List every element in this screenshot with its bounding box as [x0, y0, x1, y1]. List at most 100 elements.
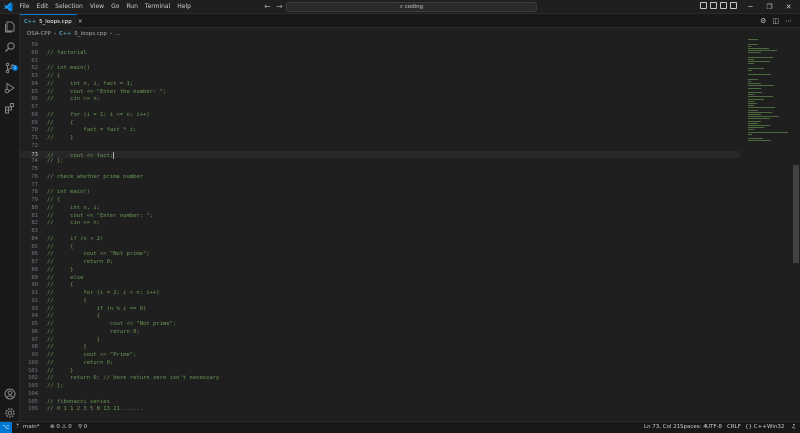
code-line[interactable]: 72: [20, 143, 740, 151]
code-line[interactable]: 59: [20, 42, 740, 50]
minimap[interactable]: [746, 37, 792, 147]
settings-gear-icon[interactable]: ⚙: [760, 16, 766, 26]
code-line[interactable]: 76 // check whether prime number: [20, 174, 740, 182]
code-line[interactable]: 86 // cout << "Not prime";: [20, 251, 740, 259]
encoding-status[interactable]: UTF-8: [706, 422, 722, 433]
account-icon[interactable]: [4, 385, 16, 400]
code-line[interactable]: 87 // return 0;: [20, 259, 740, 267]
branch-status[interactable]: main*: [23, 422, 40, 433]
toggle-primary-sidebar-icon[interactable]: [700, 2, 707, 9]
menu-edit[interactable]: Edit: [33, 0, 52, 14]
code-line[interactable]: 83: [20, 228, 740, 236]
notifications-bell-icon[interactable]: ♫: [791, 422, 796, 433]
menu-help[interactable]: Help: [174, 0, 195, 14]
code-line[interactable]: 96 // return 0;: [20, 329, 740, 337]
code-line[interactable]: 95 // cout << "Not prime";: [20, 321, 740, 329]
menu-file[interactable]: File: [16, 0, 33, 14]
code-line[interactable]: 69 // {: [20, 120, 740, 128]
code-line[interactable]: 66 // cin >> n;: [20, 96, 740, 104]
code-line[interactable]: 94 // {: [20, 313, 740, 321]
problems-status[interactable]: ⊗ 0 ⚠ 0: [50, 422, 72, 433]
run-debug-icon[interactable]: [4, 79, 16, 94]
menu-view[interactable]: View: [86, 0, 107, 14]
code-line[interactable]: 65 // cout << "Enter the number: ";: [20, 89, 740, 97]
indentation-status[interactable]: Spaces: 4: [680, 422, 707, 433]
remote-indicator-icon[interactable]: ⌥: [0, 422, 12, 433]
ports-status[interactable]: ⚲ 0: [78, 422, 87, 433]
breadcrumb-symbol[interactable]: ...: [115, 31, 120, 37]
code-line[interactable]: 93 // if (n % i == 0): [20, 306, 740, 314]
code-line[interactable]: 85 // {: [20, 244, 740, 252]
eol-status[interactable]: CRLF: [727, 422, 741, 433]
customize-layout-icon[interactable]: [730, 2, 737, 9]
code-line[interactable]: 88 // }: [20, 267, 740, 275]
code-line[interactable]: 60 // factorial: [20, 50, 740, 58]
menu-go[interactable]: Go: [108, 0, 123, 14]
code-line[interactable]: 82 // cin >> n;: [20, 220, 740, 228]
code-line[interactable]: 101 // }: [20, 368, 740, 376]
line-number: 79: [31, 197, 38, 203]
code-line[interactable]: 92 // {: [20, 298, 740, 306]
split-editor-icon[interactable]: ◫: [772, 16, 779, 26]
code-line[interactable]: 102 // return 0; // here return zero isn'…: [20, 375, 740, 383]
breadcrumb: DSA-CPP › C++ 5_loops.cpp › ...: [20, 28, 800, 39]
code-line[interactable]: 73// cout << fact;: [20, 150, 740, 159]
code-line[interactable]: 99 // cout << "Prime";: [20, 352, 740, 360]
code-line[interactable]: 68 // for (i = 1; i <= n; i++): [20, 112, 740, 120]
code-line[interactable]: 91 // for (i = 2; i < n; i++): [20, 290, 740, 298]
toggle-panel-icon[interactable]: [710, 2, 717, 9]
code-line[interactable]: 75: [20, 166, 740, 174]
tab-5-loops-cpp[interactable]: C++ 5_loops.cpp ×: [20, 14, 83, 28]
code-line[interactable]: 100 // return 0;: [20, 360, 740, 368]
code-line[interactable]: 77: [20, 182, 740, 190]
code-text: // fact = fact * i;: [47, 127, 137, 134]
close-icon[interactable]: ✕: [779, 0, 798, 14]
cursor-position[interactable]: Ln 73, Col 21: [644, 422, 680, 433]
search-icon[interactable]: [4, 38, 16, 52]
breadcrumb-folder[interactable]: DSA-CPP: [27, 31, 51, 37]
code-line[interactable]: 105 // fibonacci series: [20, 399, 740, 407]
code-line[interactable]: 104: [20, 391, 740, 399]
code-line[interactable]: 63 // {: [20, 73, 740, 81]
code-line[interactable]: 98 // }: [20, 344, 740, 352]
code-line[interactable]: 64 // int n, i, fact = 1;: [20, 81, 740, 89]
code-line[interactable]: 89 // else: [20, 275, 740, 283]
menu-selection[interactable]: Selection: [52, 0, 87, 14]
toggle-secondary-sidebar-icon[interactable]: [720, 2, 727, 9]
platform-status[interactable]: Win32: [767, 422, 784, 433]
code-line[interactable]: 84 // if (n < 2): [20, 236, 740, 244]
back-arrow-icon[interactable]: ←: [264, 0, 271, 14]
code-line[interactable]: 70 // fact = fact * i;: [20, 127, 740, 135]
language-mode[interactable]: {} C++: [745, 422, 767, 433]
code-line[interactable]: 62 // int main(): [20, 65, 740, 73]
explorer-icon[interactable]: [4, 18, 16, 33]
tab-close-icon[interactable]: ×: [78, 18, 83, 25]
restore-icon[interactable]: ❐: [760, 0, 779, 14]
code-line[interactable]: 74 // };: [20, 158, 740, 166]
minimize-icon[interactable]: ─: [741, 0, 760, 14]
code-text: // };: [47, 383, 64, 389]
code-editor[interactable]: 59 60// factorial 61 62// int main() 63// {6…: [20, 39, 792, 421]
code-line[interactable]: 97 // }: [20, 337, 740, 345]
extensions-icon[interactable]: [4, 99, 16, 114]
more-actions-icon[interactable]: ⋯: [785, 16, 792, 26]
menu-terminal[interactable]: Terminal: [141, 0, 173, 14]
code-line[interactable]: 80 // int n, i;: [20, 205, 740, 213]
forward-arrow-icon[interactable]: →: [276, 0, 283, 14]
code-line[interactable]: 106 // 0 1 1 2 3 5 8 13 21.......: [20, 406, 740, 414]
code-line[interactable]: 71 // }: [20, 135, 740, 143]
command-center-search[interactable]: ⌕ coding: [286, 2, 537, 12]
code-line[interactable]: 103 // };: [20, 383, 740, 391]
code-line[interactable]: 61: [20, 58, 740, 66]
menu-run[interactable]: Run: [123, 0, 142, 14]
line-number: 80: [31, 204, 38, 211]
code-line[interactable]: 81 // cout << "Enter number: ";: [20, 213, 740, 221]
editor-scrollbar[interactable]: [793, 165, 799, 263]
cpp-file-icon: C++: [24, 18, 37, 25]
code-line[interactable]: 79 // {: [20, 197, 740, 205]
breadcrumb-file[interactable]: 5_loops.cpp: [74, 31, 107, 37]
settings-gear-icon[interactable]: [4, 404, 16, 418]
code-line[interactable]: 90 // {: [20, 282, 740, 290]
code-line[interactable]: 78 // int main(): [20, 189, 740, 197]
code-line[interactable]: 67: [20, 104, 740, 112]
